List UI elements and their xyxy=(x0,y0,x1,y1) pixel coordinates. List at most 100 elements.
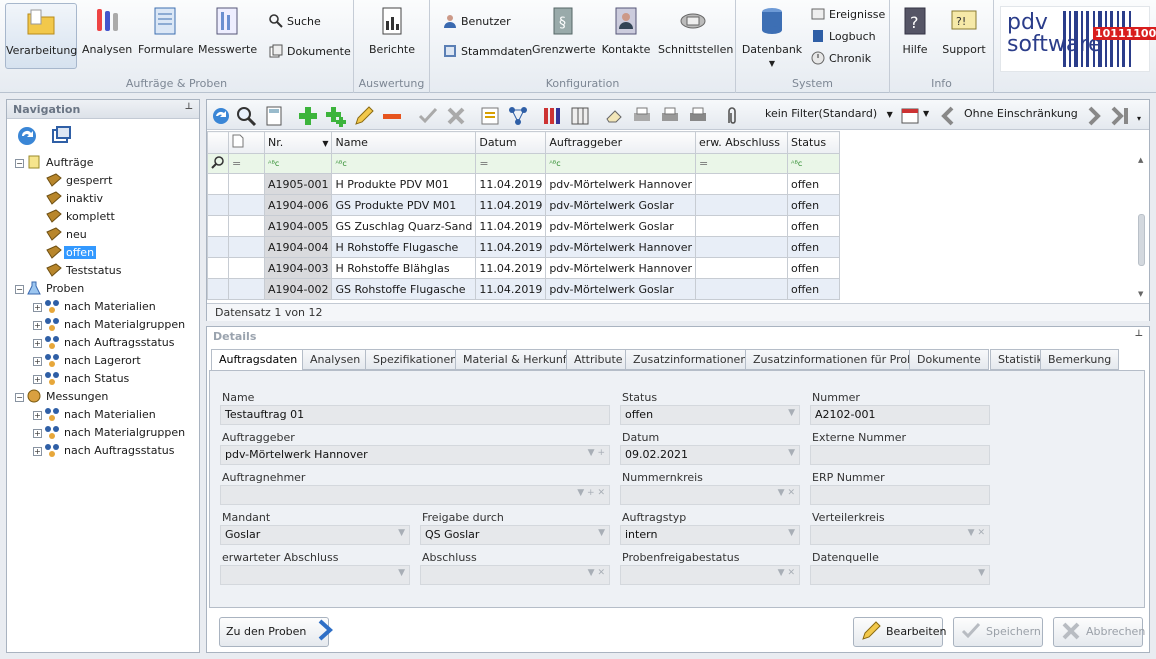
table-cell[interactable]: 11.04.2019 xyxy=(475,257,547,279)
auftraggeber-field[interactable]: pdv-Mörtelwerk Hannover ▼ + xyxy=(220,445,610,465)
verteilerkreis-field[interactable]: ▼ ✕ xyxy=(810,525,990,545)
table-cell[interactable] xyxy=(695,215,788,237)
table-cell[interactable]: offen xyxy=(787,236,840,258)
col-header-name[interactable]: Name xyxy=(331,131,477,154)
erw-abschluss-field[interactable]: ▼ xyxy=(220,565,410,585)
table-cell[interactable]: H Rohstoffe Blähglas xyxy=(331,257,477,279)
analysen-button[interactable]: Analysen xyxy=(82,3,132,69)
zu-den-proben-button[interactable]: Zu den Proben xyxy=(219,617,333,647)
freigabe-field[interactable]: QS Goslar ▼ xyxy=(420,525,610,545)
grid-columns-icon[interactable] xyxy=(569,105,591,127)
cancel-x-icon[interactable] xyxy=(445,105,467,127)
table-cell[interactable]: A1904-004 xyxy=(263,236,333,258)
col-header-status[interactable]: Status xyxy=(787,131,840,154)
table-cell[interactable]: pdv-Mörtelwerk Goslar xyxy=(545,278,696,300)
hilfe-button[interactable]: ? Hilfe xyxy=(896,3,934,69)
scroll-up-icon[interactable]: ▲ xyxy=(1138,156,1143,164)
refresh-icon[interactable] xyxy=(210,105,232,127)
tree-item[interactable]: + nach Materialgruppen xyxy=(15,316,195,334)
filter-cell[interactable]: = xyxy=(475,153,547,174)
table-cell[interactable] xyxy=(695,236,788,258)
col-header-datum[interactable]: Datum xyxy=(475,131,547,154)
externe-nummer-field[interactable] xyxy=(810,445,990,465)
tree-item[interactable]: + nach Lagerort xyxy=(15,352,195,370)
table-cell[interactable]: offen xyxy=(787,257,840,279)
table-cell[interactable] xyxy=(695,278,788,300)
row-indicator[interactable] xyxy=(207,173,229,195)
tab-auftragsdaten[interactable]: Auftragsdaten xyxy=(211,349,306,371)
tree-item[interactable]: + nach Status xyxy=(15,370,195,388)
expand-icon[interactable]: + xyxy=(33,321,42,330)
nummernkreis-field[interactable]: ▼ ✕ xyxy=(620,485,800,505)
stammdaten-button[interactable]: Stammdaten xyxy=(442,42,532,62)
table-cell[interactable]: pdv-Mörtelwerk Hannover xyxy=(545,173,696,195)
grid-vertical-scrollbar[interactable]: ▲ ▼ xyxy=(1135,154,1149,304)
table-cell[interactable]: offen xyxy=(787,194,840,216)
berichte-button[interactable]: Berichte xyxy=(364,3,420,69)
test-tubes-icon[interactable] xyxy=(541,105,563,127)
tree-item[interactable]: + nach Materialien xyxy=(15,406,195,424)
row-indicator[interactable] xyxy=(207,194,229,216)
schnittstellen-button[interactable]: Schnittstellen xyxy=(658,3,733,69)
auftragnehmer-field[interactable]: ▼ + ✕ xyxy=(220,485,610,505)
auftragstyp-field[interactable]: intern ▼ xyxy=(620,525,800,545)
datenbank-button[interactable]: Datenbank ▼ xyxy=(740,3,804,69)
pin-icon[interactable]: ⊥ xyxy=(1135,329,1143,339)
filter-cell[interactable]: = xyxy=(695,153,788,174)
grenzwerte-button[interactable]: § Grenzwerte xyxy=(532,3,596,69)
pin-icon[interactable]: ⊥ xyxy=(185,102,193,112)
edit-pencil-icon[interactable] xyxy=(353,105,375,127)
table-cell[interactable]: 11.04.2019 xyxy=(475,236,547,258)
chevron-down-icon[interactable]: ▼ xyxy=(923,109,929,118)
status-field[interactable]: offen ▼ xyxy=(620,405,800,425)
table-cell[interactable]: A1904-003 xyxy=(263,257,333,279)
erp-nummer-field[interactable] xyxy=(810,485,990,505)
bearbeiten-button[interactable]: Bearbeiten xyxy=(853,617,946,647)
table-row[interactable]: A1904-006 GS Produkte PDV M01 11.04.2019 pd… xyxy=(207,194,840,216)
network-icon[interactable] xyxy=(507,105,529,127)
attachment-icon[interactable] xyxy=(721,105,743,127)
table-cell[interactable]: 11.04.2019 xyxy=(475,278,547,300)
table-row[interactable]: A1905-001 H Produkte PDV M01 11.04.2019 pdv… xyxy=(207,173,840,195)
table-cell[interactable]: GS Produkte PDV M01 xyxy=(331,194,477,216)
tree-item[interactable]: gesperrt xyxy=(15,172,195,190)
table-row[interactable]: A1904-005 GS Zuschlag Quarz-Sand 11.04.201… xyxy=(207,215,840,237)
row-indicator[interactable] xyxy=(207,257,229,279)
table-cell[interactable]: pdv-Mörtelwerk Hannover xyxy=(545,257,696,279)
table-cell[interactable]: A1905-001 xyxy=(263,173,333,195)
overflow-icon[interactable]: ▾ xyxy=(1137,114,1141,123)
eraser-icon[interactable] xyxy=(603,105,625,127)
col-header-erw-abschluss[interactable]: erw. Abschluss xyxy=(695,131,788,154)
tab-zusatzinformationen[interactable]: Zusatzinformationen xyxy=(625,349,756,370)
tree-item[interactable]: offen xyxy=(15,244,195,262)
tab-zusatzinformationen-für-proben[interactable]: Zusatzinformationen für Proben xyxy=(745,349,936,370)
table-cell[interactable]: pdv-Mörtelwerk Goslar xyxy=(545,215,696,237)
table-cell[interactable]: pdv-Mörtelwerk Hannover xyxy=(545,236,696,258)
table-cell[interactable]: offen xyxy=(787,278,840,300)
tree-category[interactable]: − Aufträge xyxy=(15,154,195,172)
tree-category[interactable]: − Messungen xyxy=(15,388,195,406)
table-cell[interactable]: 11.04.2019 xyxy=(475,173,547,195)
collapse-icon[interactable]: − xyxy=(15,159,24,168)
row-indicator[interactable] xyxy=(207,278,229,300)
row-indicator[interactable] xyxy=(207,236,229,258)
tree-item[interactable]: komplett xyxy=(15,208,195,226)
tree-item[interactable]: + nach Auftragsstatus xyxy=(15,334,195,352)
add-icon[interactable] xyxy=(297,105,319,127)
tab-dokumente[interactable]: Dokumente xyxy=(909,349,989,370)
tree-item[interactable]: + nach Materialgruppen xyxy=(15,424,195,442)
print-multiple-icon[interactable] xyxy=(659,105,681,127)
filter-cell[interactable]: ᴬᴮc xyxy=(263,153,333,174)
collapse-icon[interactable]: − xyxy=(15,393,24,402)
row-indicator[interactable] xyxy=(207,215,229,237)
scroll-down-icon[interactable]: ▼ xyxy=(1138,290,1143,298)
table-cell[interactable] xyxy=(695,194,788,216)
tab-attribute[interactable]: Attribute xyxy=(566,349,631,370)
doc-column-header[interactable] xyxy=(228,131,265,154)
abschluss-field[interactable]: ▼ ✕ xyxy=(420,565,610,585)
check-icon[interactable] xyxy=(417,105,439,127)
tab-spezifikationen[interactable]: Spezifikationen xyxy=(365,349,466,370)
messwerte-button[interactable]: Messwerte xyxy=(198,3,257,69)
speichern-button[interactable]: Speichern xyxy=(953,617,1043,647)
datum-field[interactable]: 09.02.2021 ▼ xyxy=(620,445,800,465)
